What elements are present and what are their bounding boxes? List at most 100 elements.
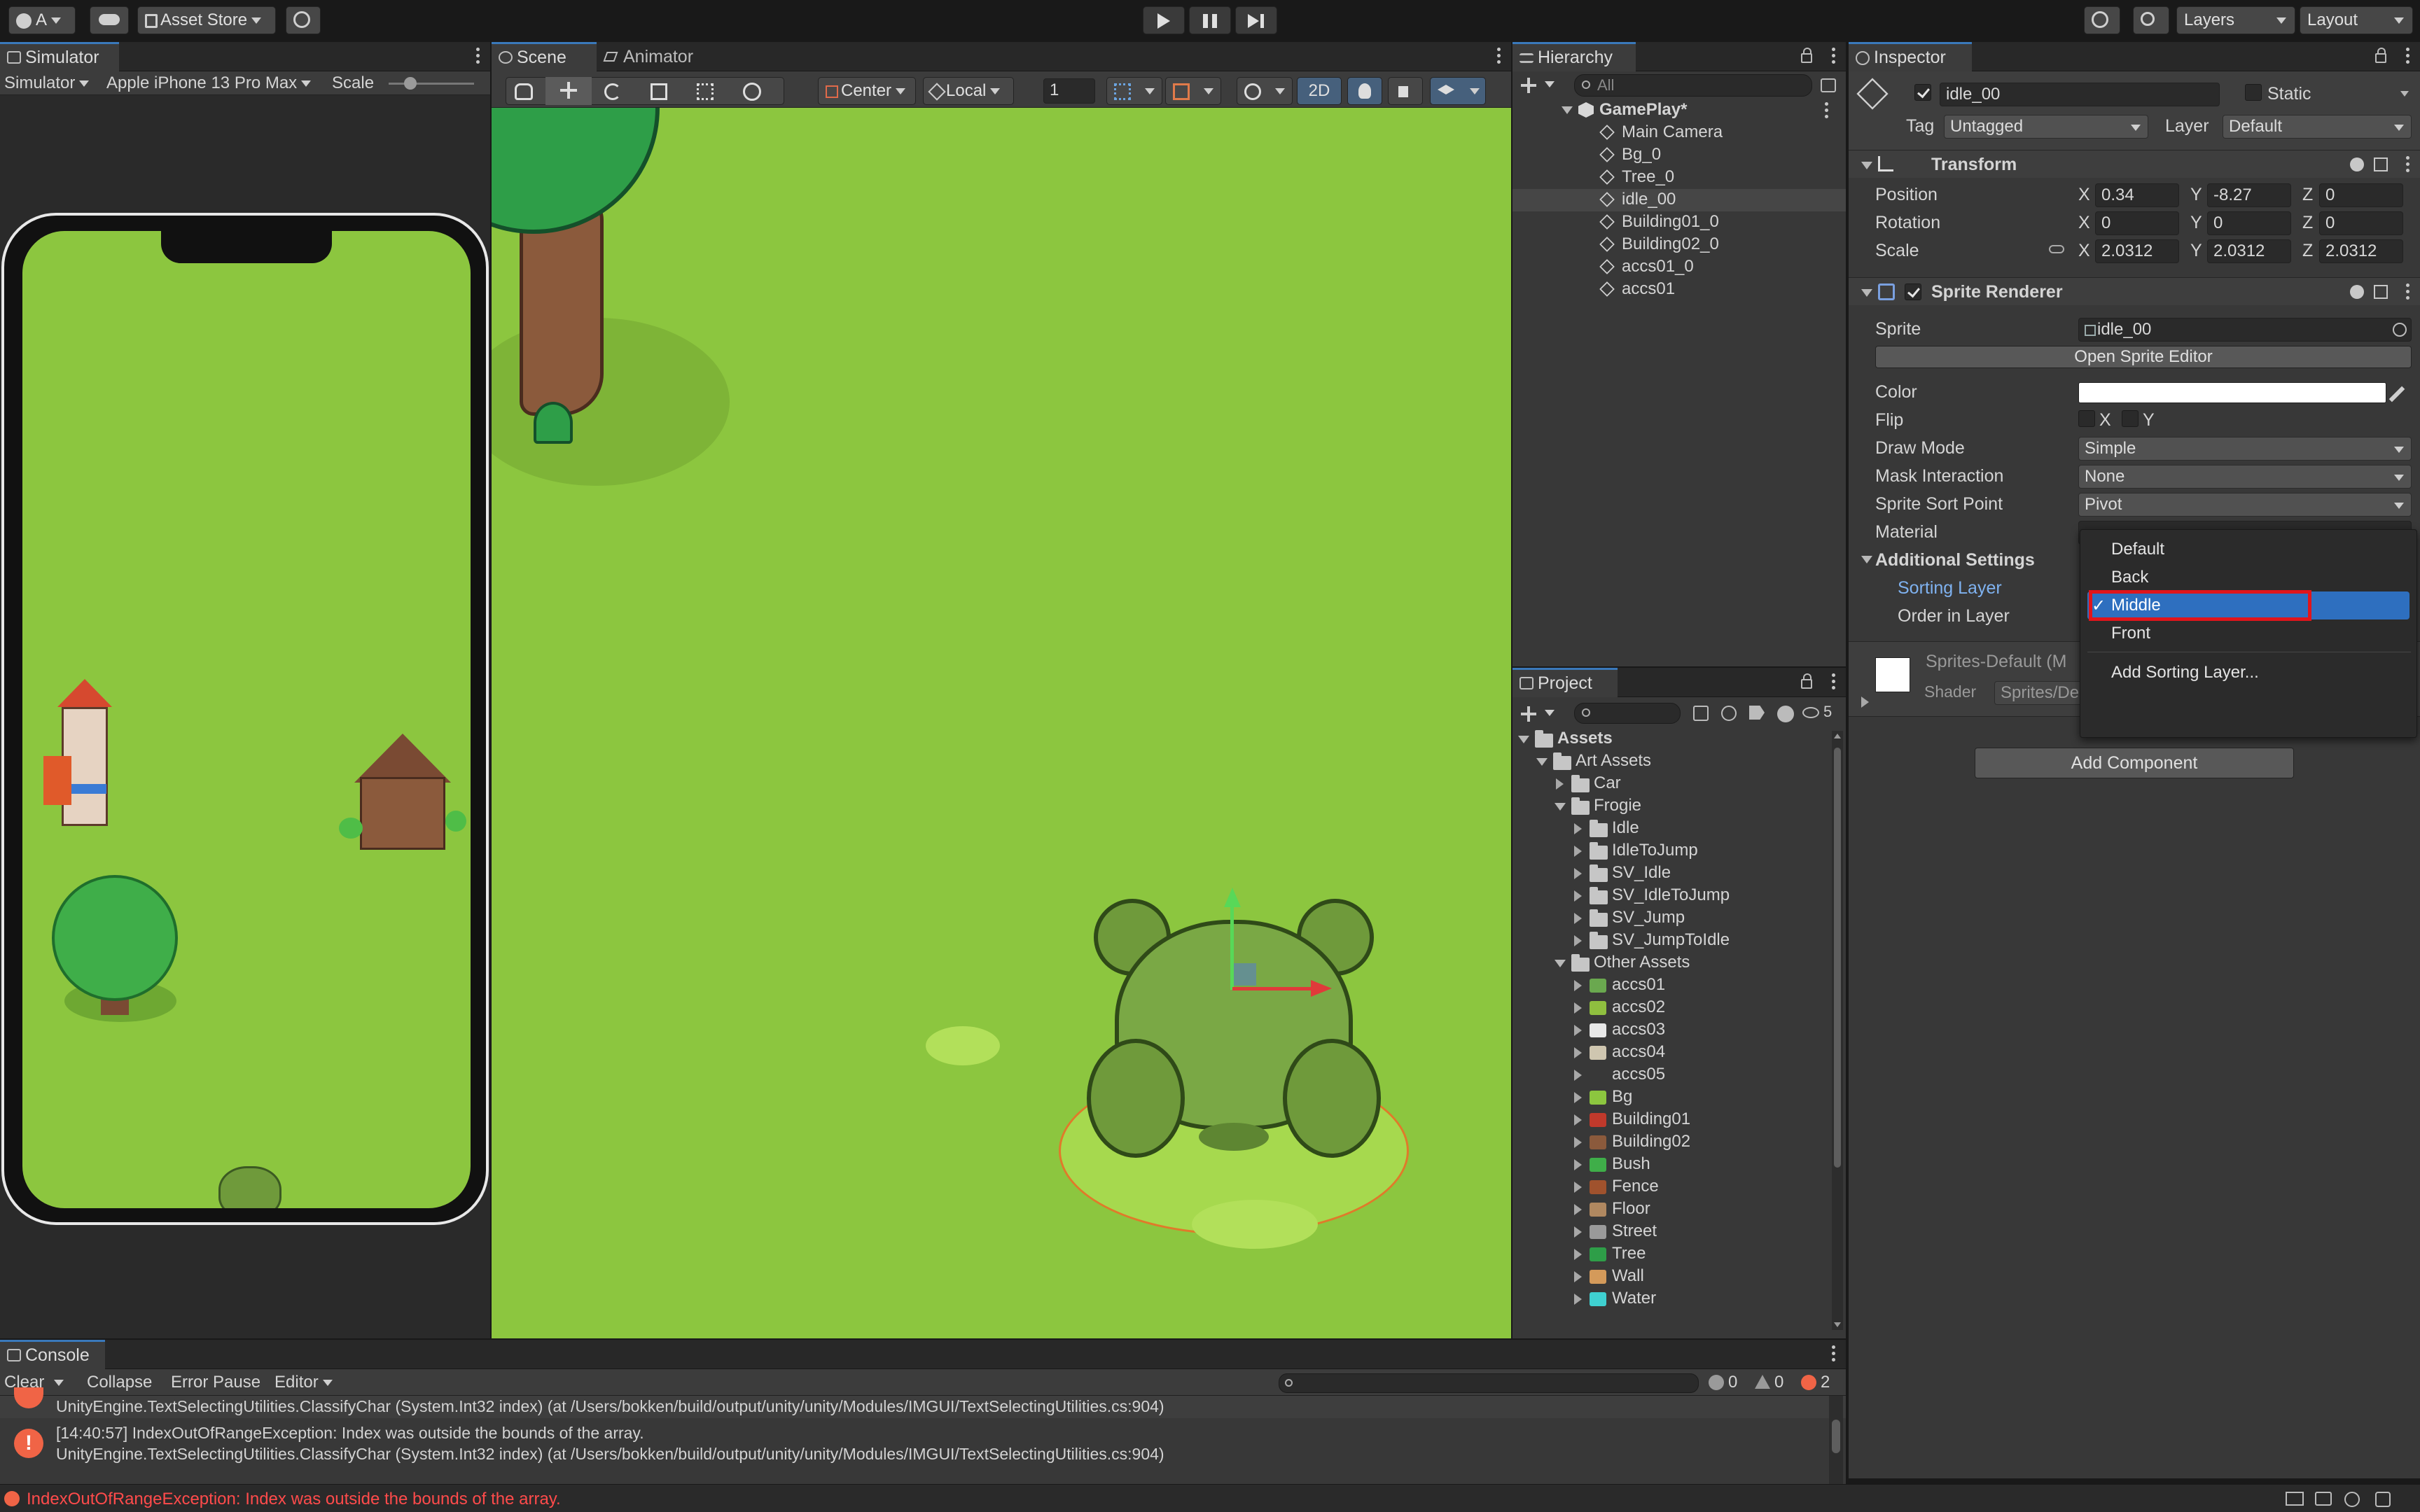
project-scrollbar-thumb[interactable] xyxy=(1834,748,1841,1168)
hierarchy-create-button[interactable] xyxy=(1520,74,1562,97)
foldout-collapsed-icon[interactable] xyxy=(1574,1204,1582,1215)
sprite-sort-point-dropdown[interactable]: Pivot xyxy=(2078,493,2412,517)
console-entry-partial[interactable]: UnityEngine.TextSelectingUtilities.Class… xyxy=(0,1387,1846,1418)
project-tree-item[interactable]: Idle xyxy=(1512,818,1832,840)
foldout-collapsed-icon[interactable] xyxy=(1574,980,1582,991)
move-tool-icon[interactable] xyxy=(545,77,592,105)
project-tree-item[interactable]: Art Assets xyxy=(1512,750,1832,773)
project-tree-item[interactable]: accs02 xyxy=(1512,997,1832,1019)
project-tree-item[interactable]: Fence xyxy=(1512,1176,1832,1198)
flip-y-checkbox[interactable] xyxy=(2122,410,2139,427)
static-checkbox[interactable] xyxy=(2245,84,2262,101)
error-count-toggle[interactable]: 2 xyxy=(1798,1372,1843,1393)
foldout-collapsed-icon[interactable] xyxy=(1574,823,1582,834)
sprite-renderer-header[interactable]: Sprite Renderer xyxy=(1849,277,2420,305)
grid-snap-button[interactable] xyxy=(1106,77,1162,105)
project-tree-item[interactable]: Floor xyxy=(1512,1198,1832,1221)
layers-dropdown[interactable]: Layers xyxy=(2176,6,2295,34)
scroll-down-arrow-icon[interactable] xyxy=(1834,1322,1841,1327)
transform-tool-icon[interactable] xyxy=(743,83,761,101)
flip-x-checkbox[interactable] xyxy=(2078,410,2095,427)
undo-history-button[interactable] xyxy=(2084,6,2120,34)
move-gizmo-plane-handle[interactable] xyxy=(1234,963,1256,986)
tab-project[interactable]: Project xyxy=(1512,668,1618,697)
layer-dropdown[interactable]: Default xyxy=(2223,115,2412,139)
foldout-collapsed-icon[interactable] xyxy=(1574,1025,1582,1036)
eyedropper-icon[interactable] xyxy=(2388,386,2405,402)
draw-mode-dropdown[interactable]: Simple xyxy=(2078,437,2412,461)
project-scrollbar[interactable] xyxy=(1832,731,1843,1330)
transform-header[interactable]: Transform xyxy=(1849,150,2420,178)
project-tree-item[interactable]: accs05 xyxy=(1512,1064,1832,1086)
object-picker-icon[interactable] xyxy=(2393,323,2407,337)
inspector-lock-icon[interactable] xyxy=(2375,48,2386,63)
tab-animator[interactable]: Animator xyxy=(598,42,724,71)
project-tree-item[interactable]: accs04 xyxy=(1512,1042,1832,1064)
gameobject-name-field[interactable]: idle_00 xyxy=(1940,83,2220,106)
hierarchy-item[interactable]: Tree_0 xyxy=(1512,167,1846,189)
editor-dropdown[interactable]: Editor xyxy=(274,1373,333,1392)
project-tree-item[interactable]: Water xyxy=(1512,1288,1832,1310)
project-tree-item[interactable]: SV_Idle xyxy=(1512,862,1832,885)
presets-icon[interactable] xyxy=(2374,285,2388,299)
scale-slider-thumb[interactable] xyxy=(404,77,417,90)
tab-console[interactable]: Console xyxy=(0,1340,105,1369)
project-tree-item[interactable]: SV_Jump xyxy=(1512,907,1832,930)
move-gizmo-y-arrow[interactable] xyxy=(1224,888,1241,907)
presets-icon[interactable] xyxy=(2374,158,2388,172)
foldout-collapsed-icon[interactable] xyxy=(1574,935,1582,946)
foldout-collapsed-icon[interactable] xyxy=(1574,1137,1582,1148)
search-by-type-icon[interactable] xyxy=(1721,706,1737,721)
foldout-collapsed-icon[interactable] xyxy=(1574,868,1582,879)
project-tree-item[interactable]: Building01 xyxy=(1512,1109,1832,1131)
audio-toggle[interactable] xyxy=(1388,77,1423,105)
sorting-option-front[interactable]: Front xyxy=(2080,620,2418,646)
tab-inspector[interactable]: Inspector xyxy=(1849,42,1972,71)
cache-server-icon[interactable] xyxy=(2315,1492,2332,1506)
transform-scale-y-field[interactable]: 2.0312 xyxy=(2207,239,2291,263)
scale-tool-icon[interactable] xyxy=(651,83,667,100)
foldout-collapsed-icon[interactable] xyxy=(1574,1182,1582,1193)
project-tree-item[interactable]: Bg xyxy=(1512,1086,1832,1109)
tab-simulator[interactable]: Simulator xyxy=(0,42,119,71)
simulator-mode-dropdown[interactable]: Simulator xyxy=(4,74,90,93)
log-count-toggle[interactable]: 0 xyxy=(1706,1372,1749,1393)
active-checkbox[interactable] xyxy=(1914,84,1931,101)
transform-position-z-field[interactable]: 0 xyxy=(2319,183,2403,207)
transform-menu-icon[interactable] xyxy=(2406,156,2410,174)
project-tree-item[interactable]: accs01 xyxy=(1512,974,1832,997)
scene-foldout-icon[interactable] xyxy=(1562,106,1573,114)
effects-toggle[interactable] xyxy=(1430,77,1486,105)
additional-settings-foldout[interactable]: Additional Settings xyxy=(1858,547,2068,573)
move-gizmo-x-axis[interactable] xyxy=(1232,987,1316,990)
rect-tool-icon[interactable] xyxy=(697,83,714,100)
version-control-button[interactable] xyxy=(286,6,321,34)
transform-rotation-y-field[interactable]: 0 xyxy=(2207,211,2291,235)
debug-mode-icon[interactable] xyxy=(2344,1492,2360,1507)
collapse-toggle[interactable]: Collapse xyxy=(87,1373,152,1392)
sprite-renderer-menu-icon[interactable] xyxy=(2406,284,2410,302)
add-sorting-layer-option[interactable]: Add Sorting Layer... xyxy=(2080,657,2418,685)
transform-scale-x-field[interactable]: 2.0312 xyxy=(2095,239,2179,263)
search-by-label-icon[interactable] xyxy=(1749,706,1765,720)
hierarchy-item[interactable]: accs01 xyxy=(1512,279,1846,301)
info-icon[interactable] xyxy=(1777,706,1794,722)
material-expand-icon[interactable] xyxy=(1861,696,1869,708)
grid-visibility-button[interactable] xyxy=(1165,77,1221,105)
project-tree-item[interactable]: IdleToJump xyxy=(1512,840,1832,862)
tab-hierarchy[interactable]: Hierarchy xyxy=(1512,42,1636,71)
search-by-scene-icon[interactable] xyxy=(1693,706,1709,721)
foldout-expanded-icon[interactable] xyxy=(1555,960,1566,967)
cloud-button[interactable] xyxy=(90,6,129,34)
hierarchy-item[interactable]: idle_00 xyxy=(1512,189,1846,211)
foldout-expanded-icon[interactable] xyxy=(1536,758,1548,766)
transform-scale-z-field[interactable]: 2.0312 xyxy=(2319,239,2403,263)
project-tree-item[interactable]: Frogie xyxy=(1512,795,1832,818)
foldout-collapsed-icon[interactable] xyxy=(1574,1114,1582,1126)
status-message[interactable]: IndexOutOfRangeException: Index was outs… xyxy=(27,1490,561,1509)
hand-tool-icon[interactable] xyxy=(515,83,533,100)
foldout-collapsed-icon[interactable] xyxy=(1574,1271,1582,1282)
project-tree-item[interactable]: Assets xyxy=(1512,728,1832,750)
scene-view[interactable] xyxy=(492,108,1511,1338)
project-tree-item[interactable]: Street xyxy=(1512,1221,1832,1243)
